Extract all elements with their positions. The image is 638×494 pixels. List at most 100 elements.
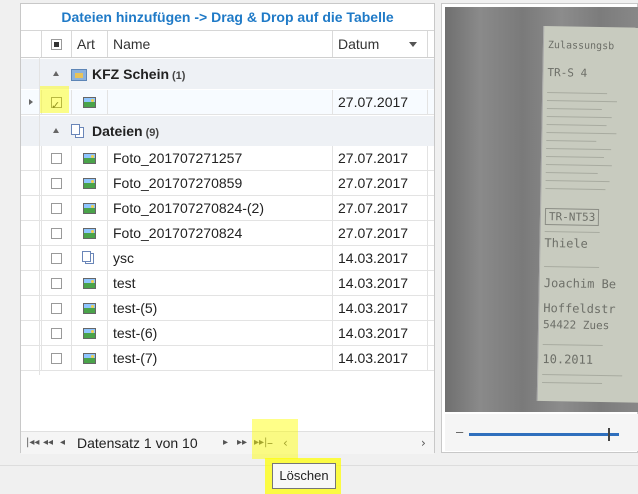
column-header-art[interactable]: Art (72, 31, 108, 57)
file-grid-panel: Dateien hinzufügen -> Drag & Drop auf di… (20, 3, 435, 454)
zoom-slider-track[interactable] (469, 433, 619, 436)
group-label: Dateien (9) (71, 116, 159, 146)
name-cell[interactable]: ysc (108, 246, 333, 270)
art-cell (72, 221, 108, 245)
preview-text: TR-S 4 (547, 66, 588, 80)
name-cell[interactable]: Foto_201707270824 (108, 221, 333, 245)
image-icon (83, 177, 96, 189)
name-cell[interactable]: test-(6) (108, 321, 333, 345)
column-header-date[interactable]: Datum (333, 31, 428, 57)
art-cell (72, 296, 108, 320)
documents-icon (71, 123, 84, 138)
zoom-out-icon[interactable]: – (456, 424, 463, 439)
row-checkbox[interactable] (42, 321, 72, 345)
preview-text: Hoffeldstr (543, 301, 616, 317)
panel-title: Dateien hinzufügen -> Drag & Drop auf di… (21, 4, 434, 31)
next-page-icon[interactable]: ▸▸ (237, 432, 247, 454)
name-cell[interactable]: Foto_201707271257 (108, 146, 333, 170)
collapse-group-icon[interactable] (53, 128, 59, 133)
unchecked-icon (51, 227, 62, 239)
name-cell[interactable]: Foto_201707270859 (108, 171, 333, 195)
delete-tooltip: Löschen (272, 463, 336, 489)
table-row[interactable]: test-(5) 14.03.2017 (21, 296, 434, 321)
date-cell: 14.03.2017 (333, 271, 428, 295)
date-cell: 14.03.2017 (333, 346, 428, 370)
column-header-name[interactable]: Name (108, 31, 333, 57)
select-all-check-icon (51, 38, 62, 50)
preview-text: 54422 Zues (542, 318, 610, 333)
date-cell: 27.07.2017 (333, 171, 428, 195)
select-all-checkbox[interactable] (42, 31, 72, 57)
previous-page-icon[interactable]: ◂◂ (43, 432, 53, 454)
document-preview-image: Zulassungsb TR-S 4 TR-NT53 Thiele Joachi… (445, 7, 638, 412)
record-position-text: Datensatz 1 von 10 (77, 435, 198, 451)
image-icon (83, 302, 96, 314)
group-count: (1) (172, 70, 186, 82)
previous-record-icon[interactable]: ◂ (60, 432, 65, 454)
highlight-checkbox-marker (40, 86, 69, 113)
table-row[interactable]: Foto_201707270859 27.07.2017 (21, 171, 434, 196)
name-cell[interactable]: test-(7) (108, 346, 333, 370)
image-icon (83, 352, 96, 364)
table-row[interactable]: ysc 14.03.2017 (21, 246, 434, 271)
row-checkbox[interactable] (42, 171, 72, 195)
unchecked-icon (51, 302, 62, 314)
row-checkbox[interactable] (42, 346, 72, 370)
group-row-dateien[interactable]: Dateien (9) (21, 116, 434, 146)
name-cell[interactable] (108, 90, 333, 114)
collapse-group-icon[interactable] (53, 71, 59, 76)
preview-text: Thiele (544, 236, 588, 251)
table-row[interactable]: Foto_201707270824-(2) 27.07.2017 (21, 196, 434, 221)
unchecked-icon (51, 152, 62, 164)
image-icon (83, 96, 96, 108)
row-checkbox[interactable] (42, 146, 72, 170)
row-checkbox[interactable] (42, 196, 72, 220)
next-record-icon[interactable]: ▸ (223, 432, 228, 454)
date-cell: 14.03.2017 (333, 246, 428, 270)
folder-image-icon (71, 69, 87, 82)
name-cell[interactable]: Foto_201707270824-(2) (108, 196, 333, 220)
unchecked-icon (51, 327, 62, 339)
art-cell (72, 171, 108, 195)
unchecked-icon (51, 177, 62, 189)
date-cell: 27.07.2017 (333, 196, 428, 220)
table-row[interactable]: test-(7) 14.03.2017 (21, 346, 434, 371)
group-row-kfz-schein[interactable]: KFZ Schein (1) (21, 59, 434, 89)
sort-dropdown-icon[interactable] (409, 42, 417, 47)
table-row[interactable]: Foto_201707270824 27.07.2017 (21, 221, 434, 246)
row-checkbox[interactable] (42, 221, 72, 245)
row-checkbox[interactable] (42, 246, 72, 270)
header-indicator-cell (21, 31, 42, 57)
table-row[interactable]: 27.07.2017 (21, 90, 434, 118)
image-icon (83, 152, 96, 164)
group-label: KFZ Schein (1) (71, 59, 185, 89)
name-cell[interactable]: test (108, 271, 333, 295)
column-header-date-label: Datum (338, 36, 380, 52)
table-row[interactable]: Foto_201707271257 27.07.2017 (21, 146, 434, 171)
first-record-icon[interactable]: |◂◂ (26, 432, 39, 454)
preview-text: TR-NT53 (544, 208, 600, 226)
scroll-right-icon[interactable]: › (421, 432, 426, 454)
row-indicator-column (21, 57, 40, 375)
row-checkbox[interactable] (42, 271, 72, 295)
row-checkbox[interactable] (42, 296, 72, 320)
name-cell[interactable]: test-(5) (108, 296, 333, 320)
table-row[interactable]: test 14.03.2017 (21, 271, 434, 296)
image-icon (83, 227, 96, 239)
date-cell: 14.03.2017 (333, 321, 428, 345)
image-icon (83, 327, 96, 339)
group-name: Dateien (92, 123, 143, 139)
date-cell: 27.07.2017 (333, 221, 428, 245)
image-icon (83, 277, 96, 289)
zoom-slider-thumb[interactable] (608, 428, 610, 441)
grid-header: Art Name Datum (21, 31, 434, 58)
preview-text: Zulassungsb (547, 40, 615, 53)
preview-panel: Zulassungsb TR-S 4 TR-NT53 Thiele Joachi… (441, 3, 638, 453)
image-icon (83, 202, 96, 214)
date-cell: 14.03.2017 (333, 296, 428, 320)
art-cell (72, 196, 108, 220)
table-row[interactable]: test-(6) 14.03.2017 (21, 321, 434, 346)
art-cell (72, 321, 108, 345)
unchecked-icon (51, 277, 62, 289)
unchecked-icon (51, 352, 62, 364)
